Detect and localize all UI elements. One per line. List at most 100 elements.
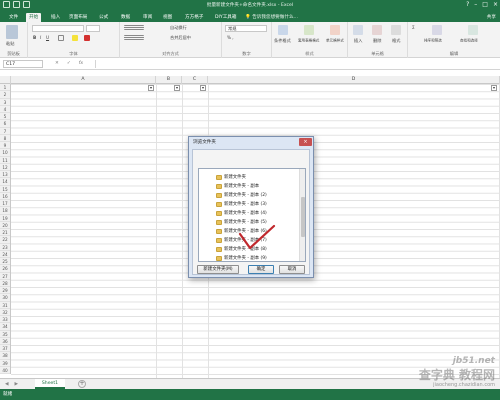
tab-page-layout[interactable]: 页面布局 xyxy=(66,13,90,22)
italic-icon[interactable]: I xyxy=(40,35,41,40)
row-header[interactable]: 38 xyxy=(0,352,10,360)
align-left-icon[interactable] xyxy=(124,35,144,40)
row-header[interactable]: 20 xyxy=(0,222,10,229)
cancel-icon[interactable]: ✕ xyxy=(55,61,59,66)
row-header[interactable]: 29 xyxy=(0,287,10,295)
find-select-label[interactable]: 查找和选择 xyxy=(460,38,478,43)
column-header-b[interactable]: B xyxy=(156,76,182,84)
row-header[interactable]: 22 xyxy=(0,236,10,244)
row-header[interactable]: 8 xyxy=(0,135,10,142)
row-header[interactable]: 28 xyxy=(0,280,10,287)
minimize-button[interactable]: – xyxy=(474,1,477,8)
tell-me-search[interactable]: 💡 告诉我您想要做什么... xyxy=(245,14,298,20)
row-header[interactable]: 3 xyxy=(0,99,10,106)
tab-formulas[interactable]: 公式 xyxy=(96,13,111,22)
cell-styles-icon[interactable] xyxy=(330,25,340,35)
row-header[interactable]: 34 xyxy=(0,323,10,331)
font-name-field[interactable] xyxy=(32,25,84,32)
row-header[interactable]: 23 xyxy=(0,244,10,251)
tab-review[interactable]: 审阅 xyxy=(140,13,155,22)
row-header[interactable]: 13 xyxy=(0,171,10,179)
scrollbar-thumb[interactable] xyxy=(301,197,305,237)
row-header[interactable]: 9 xyxy=(0,142,10,150)
align-top-icon[interactable] xyxy=(124,25,144,30)
sort-filter-icon[interactable] xyxy=(432,25,442,35)
tab-insert[interactable]: 插入 xyxy=(48,13,63,22)
row-header[interactable]: 40 xyxy=(0,367,10,374)
close-button[interactable]: × xyxy=(493,1,498,8)
row-header[interactable]: 18 xyxy=(0,207,10,215)
formula-input[interactable] xyxy=(95,60,497,68)
row-header[interactable]: 37 xyxy=(0,345,10,353)
table-format-label[interactable]: 套用表格格式 xyxy=(298,38,319,43)
folder-tree-scrollbar[interactable] xyxy=(299,169,305,261)
folder-item[interactable]: 新建文件夹 - 副本 (4) xyxy=(216,209,267,217)
row-header[interactable]: 25 xyxy=(0,258,10,266)
row-header[interactable]: 10 xyxy=(0,149,10,157)
dialog-close-button[interactable]: × xyxy=(299,138,312,146)
row-header[interactable]: 31 xyxy=(0,302,10,309)
font-color-icon[interactable] xyxy=(84,35,90,41)
cell-styles-label[interactable]: 单元格样式 xyxy=(326,38,344,43)
enter-icon[interactable]: ✓ xyxy=(67,61,71,66)
sheet-tab-sheet1[interactable]: Sheet1 xyxy=(35,379,65,389)
conditional-format-label[interactable]: 条件格式 xyxy=(274,38,291,44)
filter-dropdown-a[interactable]: ▾ xyxy=(148,85,154,91)
column-header-c[interactable]: C xyxy=(182,76,208,84)
insert-cells-label[interactable]: 插入 xyxy=(354,38,362,44)
percent-icon[interactable]: % , xyxy=(227,35,234,40)
tab-data[interactable]: 数据 xyxy=(118,13,133,22)
row-header[interactable]: 32 xyxy=(0,309,10,316)
share-button[interactable]: 共享 xyxy=(487,14,496,20)
filter-dropdown-c[interactable]: ▾ xyxy=(200,85,206,91)
row-header[interactable]: 5 xyxy=(0,113,10,121)
table-format-icon[interactable] xyxy=(304,25,314,35)
ok-button[interactable]: 确定 xyxy=(248,265,274,274)
maximize-button[interactable]: □ xyxy=(482,1,488,8)
add-sheet-button[interactable]: + xyxy=(78,380,86,388)
row-header[interactable]: 11 xyxy=(0,157,10,164)
folder-item[interactable]: 新建文件夹 - 副本 (2) xyxy=(216,191,267,199)
row-header[interactable]: 35 xyxy=(0,331,10,338)
tab-view[interactable]: 视图 xyxy=(160,13,175,22)
paste-icon[interactable] xyxy=(6,25,18,39)
row-header[interactable]: 17 xyxy=(0,200,10,208)
sort-filter-label[interactable]: 排序和筛选 xyxy=(424,38,442,43)
filter-dropdown-d[interactable]: ▾ xyxy=(491,85,497,91)
conditional-format-icon[interactable] xyxy=(278,25,288,35)
fill-color-icon[interactable] xyxy=(72,35,78,41)
row-header[interactable]: 30 xyxy=(0,294,10,302)
row-header[interactable]: 33 xyxy=(0,316,10,324)
new-folder-button[interactable]: 新建文件夹(M) xyxy=(197,265,239,274)
row-header[interactable]: 6 xyxy=(0,120,10,128)
column-header-a[interactable]: A xyxy=(11,76,156,84)
number-format-field[interactable]: 常规 xyxy=(225,25,267,32)
merge-center-button[interactable]: 合并后居中 xyxy=(170,35,191,41)
cancel-button[interactable]: 取消 xyxy=(279,265,305,274)
row-header[interactable]: 26 xyxy=(0,265,10,273)
row-header[interactable]: 16 xyxy=(0,193,10,200)
row-header[interactable]: 39 xyxy=(0,360,10,367)
row-header[interactable]: 12 xyxy=(0,164,10,171)
bold-icon[interactable]: B xyxy=(33,35,36,40)
row-header[interactable]: 1 xyxy=(0,84,10,92)
delete-cells-label[interactable]: 删除 xyxy=(373,38,381,44)
folder-item[interactable]: 新建文件夹 - 副本 (9) xyxy=(216,254,267,261)
format-cells-icon[interactable] xyxy=(391,25,401,35)
tab-fangfanggezi[interactable]: 方方格子 xyxy=(182,13,206,22)
row-header[interactable]: 19 xyxy=(0,215,10,222)
function-icon[interactable]: fx xyxy=(79,61,83,66)
row-header[interactable]: 24 xyxy=(0,251,10,258)
row-header[interactable]: 4 xyxy=(0,106,10,113)
row-header[interactable]: 7 xyxy=(0,128,10,135)
row-header[interactable]: 21 xyxy=(0,229,10,237)
folder-item[interactable]: 新建文件夹 - 副本 (3) xyxy=(216,200,267,208)
wrap-text-button[interactable]: 自动换行 xyxy=(170,25,187,31)
border-icon[interactable] xyxy=(58,35,64,41)
row-header[interactable]: 2 xyxy=(0,91,10,99)
folder-item[interactable]: 新建文件夹 - 副本 xyxy=(216,182,259,190)
next-sheet-icon[interactable]: ▶ xyxy=(15,382,19,387)
help-button[interactable]: ? xyxy=(466,1,469,8)
column-header-d[interactable]: D xyxy=(208,76,500,84)
row-header[interactable]: 27 xyxy=(0,273,10,280)
